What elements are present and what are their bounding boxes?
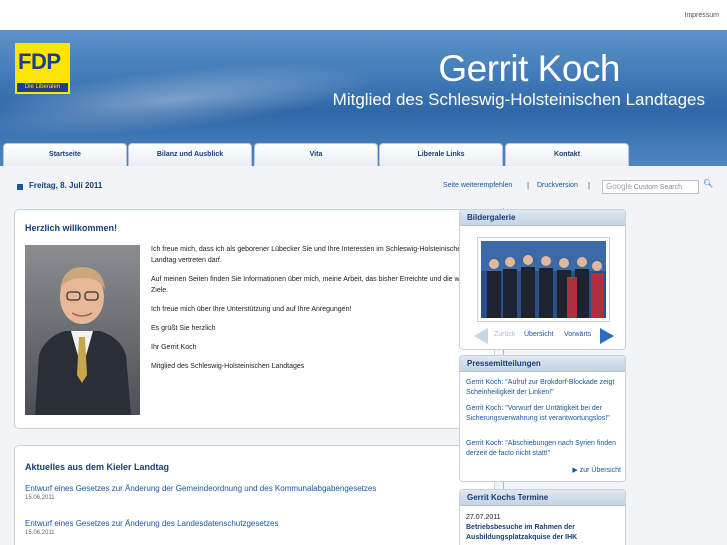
news-title: Aktuelles aus dem Kieler Landtag (25, 462, 170, 472)
logo-subtitle: Die Liberalen (17, 83, 68, 92)
welcome-paragraph: Ich freue mich über Ihre Unterstützung u… (151, 306, 352, 313)
separator: | (527, 181, 530, 190)
tab-liberale-links[interactable]: Liberale Links (379, 143, 503, 166)
site-subtitle: Mitglied des Schleswig-Holsteinischen La… (332, 90, 705, 109)
welcome-paragraph: Es grüßt Sie herzlich (151, 325, 216, 332)
news-date: 15.06.2011 (25, 495, 55, 501)
date-toolbar: Freitag, 8. Juli 2011 Seite weiterempfeh… (0, 166, 727, 202)
search-icon[interactable]: 🔍︎ (703, 179, 713, 188)
arrow-right-icon: ▶ (572, 467, 578, 474)
gallery-image (481, 241, 606, 318)
gallery-back-link[interactable]: Zurück (494, 331, 515, 338)
event-link[interactable]: Betriebsbesuche im Rahmen der Ausbildung… (466, 523, 624, 543)
event-date: 27.07.2011 (466, 514, 501, 521)
portrait-image (25, 245, 140, 415)
news-date: 15.06.2011 (25, 530, 55, 536)
press-panel: Pressemitteilungen Gerrit Koch: "Aufruf … (459, 355, 626, 482)
welcome-paragraph: Mitglied des Schleswig-Holsteinischen La… (151, 363, 305, 370)
separator: | (588, 181, 591, 190)
welcome-paragraph: Auf meinen Seiten finden Sie Information… (151, 276, 481, 294)
tab-vita[interactable]: Vita (254, 143, 378, 166)
gallery-panel: Bildergalerie Zurück Übersicht Vorwärts (459, 209, 626, 350)
gallery-title: Bildergalerie (460, 210, 625, 226)
search-placeholder: Custom Search (633, 184, 682, 191)
tab-startseite[interactable]: Startseite (3, 143, 127, 166)
welcome-title: Herzlich willkommen! (25, 223, 118, 233)
gallery-overview-link[interactable]: Übersicht (524, 331, 554, 338)
page: Impressum FDP Die Liberalen Gerrit Koch … (0, 0, 727, 545)
tab-kontakt[interactable]: Kontakt (505, 143, 629, 166)
welcome-panel: Herzlich willkommen! Ich freue mich, das… (14, 209, 495, 429)
welcome-text: Ich freue mich, dass ich als geborener L… (151, 244, 491, 380)
news-link[interactable]: Entwurf eines Gesetzes zur Änderung der … (25, 484, 376, 493)
press-item[interactable]: Gerrit Koch: "Aufruf zur Brokdorf-Blocka… (466, 378, 622, 398)
press-item[interactable]: Gerrit Koch: "Vorwurf der Untätigkeit be… (466, 404, 622, 424)
gallery-navigation: Zurück Übersicht Vorwärts (474, 328, 614, 344)
press-item[interactable]: Gerrit Koch: "Abschiebungen nach Syrien … (466, 439, 622, 459)
welcome-paragraph: Ich freue mich, dass ich als geborener L… (151, 246, 465, 264)
gallery-photo[interactable] (477, 237, 610, 322)
date-bullet-icon (17, 184, 23, 190)
press-overview-label: zur Übersicht (579, 467, 621, 474)
top-bar: Impressum (0, 0, 727, 30)
search-brand: Google (606, 182, 632, 191)
current-date: Freitag, 8. Juli 2011 (29, 181, 103, 190)
events-panel: Gerrit Kochs Termine 27.07.2011 Betriebs… (459, 489, 626, 545)
logo-text: FDP (18, 49, 61, 74)
next-arrow-icon[interactable] (600, 328, 614, 344)
news-panel: Aktuelles aus dem Kieler Landtag Entwurf… (14, 445, 495, 545)
news-item: Entwurf eines Gesetzes zur Änderung der … (25, 484, 376, 501)
impressum-link[interactable]: Impressum (684, 12, 719, 19)
site-title: Gerrit Koch (438, 48, 620, 89)
main-navigation: Startseite Bilanz und Ausblick Vita Libe… (0, 143, 727, 166)
recommend-page-link[interactable]: Seite weiterempfehlen (443, 182, 512, 189)
events-title: Gerrit Kochs Termine (460, 490, 625, 506)
news-item: Entwurf eines Gesetzes zur Änderung des … (25, 519, 279, 536)
tab-bilanz-und-ausblick[interactable]: Bilanz und Ausblick (128, 143, 252, 166)
fdp-logo[interactable]: FDP Die Liberalen (15, 43, 70, 94)
print-version-link[interactable]: Druckversion (537, 182, 578, 189)
press-title: Pressemitteilungen (460, 356, 625, 372)
welcome-paragraph: Ihr Gerrit Koch (151, 344, 197, 351)
news-link[interactable]: Entwurf eines Gesetzes zur Änderung des … (25, 519, 279, 528)
press-overview-link[interactable]: ▶ zur Übersicht (572, 466, 621, 474)
search-input[interactable]: Google Custom Search (602, 180, 699, 194)
previous-arrow-icon[interactable] (474, 328, 488, 344)
portrait-photo (25, 245, 140, 415)
gallery-next-link[interactable]: Vorwärts (564, 331, 591, 338)
